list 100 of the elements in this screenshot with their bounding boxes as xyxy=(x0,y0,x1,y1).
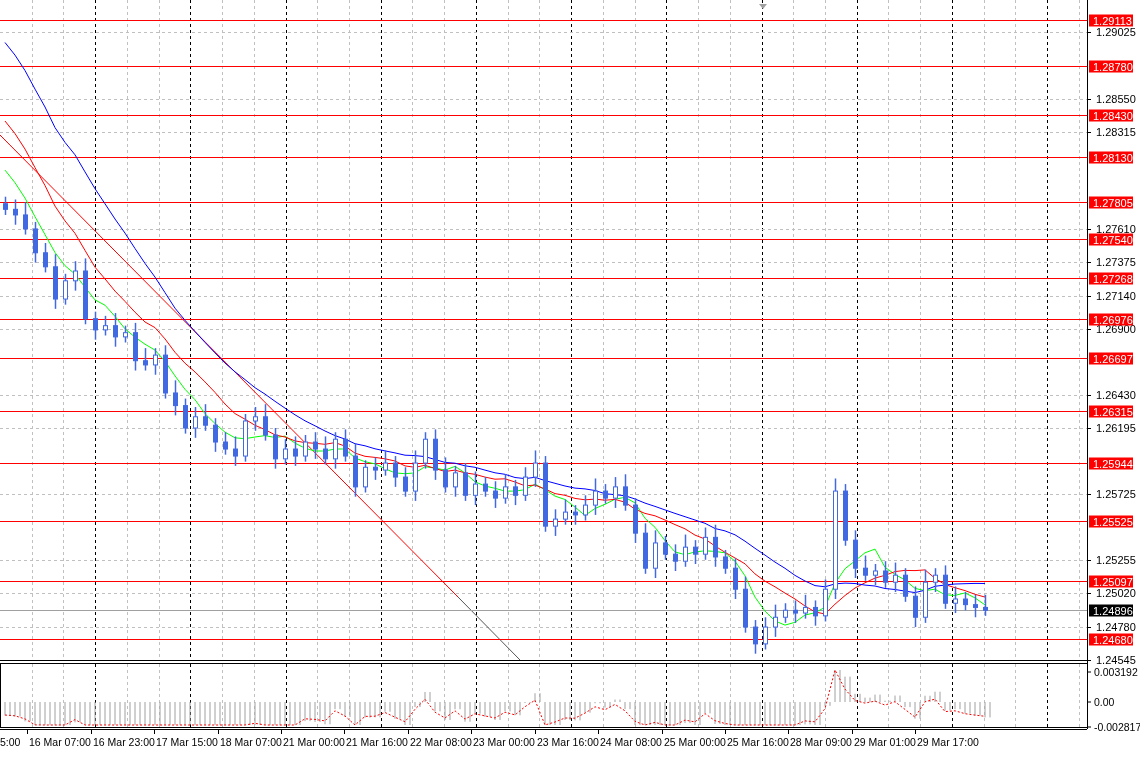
candlestick xyxy=(433,428,438,481)
candlestick xyxy=(363,459,368,494)
candlestick xyxy=(603,483,608,505)
candlestick xyxy=(43,242,48,274)
time-tick-label: 29 Mar 01:00 xyxy=(852,728,916,748)
candlestick xyxy=(3,195,8,216)
level-price-label: 1.26976 xyxy=(1089,313,1133,326)
candlestick xyxy=(633,497,638,544)
price-tick-label: 1.25020 xyxy=(1086,586,1136,599)
time-tick-label: 17 Mar 15:00 xyxy=(154,728,218,748)
candlestick xyxy=(283,438,288,466)
candlestick xyxy=(503,473,508,505)
candlestick xyxy=(383,449,388,477)
candlestick xyxy=(63,273,68,306)
candlestick xyxy=(913,585,918,628)
candlestick xyxy=(493,480,498,509)
time-tick-label: 25 Mar 16:00 xyxy=(725,728,789,748)
candlestick xyxy=(743,575,748,634)
level-price-label: 1.27805 xyxy=(1089,196,1133,209)
candlestick xyxy=(233,435,238,467)
candlestick xyxy=(673,543,678,572)
chart-shift-marker-icon[interactable] xyxy=(759,4,767,9)
candlestick xyxy=(73,260,78,292)
candlestick xyxy=(53,253,58,310)
time-tick-label: 16 Mar 07:00 xyxy=(27,728,91,748)
candlestick xyxy=(293,435,298,467)
level-price-label: 1.27540 xyxy=(1089,233,1133,246)
candlestick xyxy=(613,476,618,509)
price-tick-label: 1.28550 xyxy=(1086,92,1136,105)
time-tick-label: 5:00 xyxy=(0,736,21,748)
candlestick xyxy=(213,417,218,453)
candlestick xyxy=(943,564,948,610)
candlestick xyxy=(153,347,158,376)
level-price-label: 1.28130 xyxy=(1089,151,1133,164)
candlestick xyxy=(683,533,688,568)
candlestick xyxy=(583,494,588,522)
candlestick xyxy=(693,539,698,565)
candlestick xyxy=(333,431,338,470)
level-price-label: 1.28780 xyxy=(1089,60,1133,73)
time-tick-label: 21 Mar 16:00 xyxy=(344,728,408,748)
candlestick xyxy=(883,560,888,589)
candlestick xyxy=(393,455,398,488)
candlestick xyxy=(243,413,248,463)
price-tick-label: 1.26430 xyxy=(1086,388,1136,401)
candlestick xyxy=(93,310,98,341)
candlestick xyxy=(593,477,598,516)
time-tick-label: 23 Mar 16:00 xyxy=(535,728,599,748)
level-price-label: 1.25944 xyxy=(1089,457,1133,470)
level-price-label: 1.24680 xyxy=(1089,633,1133,646)
candlestick xyxy=(803,594,808,620)
candlestick xyxy=(773,603,778,638)
level-price-label: 1.25097 xyxy=(1089,575,1133,588)
candlestick xyxy=(843,483,848,547)
time-tick-label: 16 Mar 23:00 xyxy=(91,728,155,748)
candlestick xyxy=(343,428,348,463)
candlestick xyxy=(13,198,18,226)
time-tick-label: 29 Mar 17:00 xyxy=(915,728,979,748)
candlestick xyxy=(523,466,528,502)
candlestick xyxy=(273,427,278,470)
price-tick-label: 1.25255 xyxy=(1086,553,1136,566)
candlestick xyxy=(173,379,178,417)
current-price-label: 1.24896 xyxy=(1089,604,1133,617)
candlestick xyxy=(893,561,898,593)
candlestick xyxy=(193,406,198,439)
price-tick-label: 1.24545 xyxy=(1086,653,1136,666)
candlestick xyxy=(373,456,378,481)
candlestick xyxy=(303,434,308,463)
candlestick xyxy=(203,403,208,432)
price-tick-label: 1.25725 xyxy=(1086,487,1136,500)
candlestick xyxy=(143,347,148,372)
candlestick xyxy=(513,479,518,506)
candlestick xyxy=(863,554,868,582)
candlestick xyxy=(873,563,878,586)
price-tick-label: 1.27375 xyxy=(1086,255,1136,268)
candlestick xyxy=(963,591,968,611)
candlestick xyxy=(113,312,118,348)
candlestick xyxy=(823,578,828,623)
candlestick xyxy=(223,431,228,456)
candlestick xyxy=(983,594,988,617)
candlestick xyxy=(623,473,628,512)
candlestick xyxy=(33,221,38,264)
level-price-label: 1.29113 xyxy=(1089,14,1133,27)
time-tick-label: 21 Mar 00:00 xyxy=(281,728,345,748)
time-tick-label: 18 Mar 07:00 xyxy=(218,728,282,748)
level-price-label: 1.26315 xyxy=(1089,405,1133,418)
level-price-label: 1.25525 xyxy=(1089,515,1133,528)
candlestick xyxy=(713,524,718,568)
time-tick-label: 28 Mar 09:00 xyxy=(788,728,852,748)
price-tick-label: 1.27610 xyxy=(1086,222,1136,235)
candlestick xyxy=(653,529,658,579)
time-tick-label: 22 Mar 08:00 xyxy=(408,728,472,748)
candlestick xyxy=(753,619,758,655)
candlestick xyxy=(453,465,458,498)
candlestick xyxy=(473,470,478,506)
candlestick xyxy=(933,567,938,593)
candlestick xyxy=(643,522,648,575)
candlestick xyxy=(793,599,798,624)
price-tick-label: 1.28315 xyxy=(1086,125,1136,138)
oscillator-tick-label: -0.002817 xyxy=(1086,721,1140,733)
candlestick xyxy=(463,462,468,502)
